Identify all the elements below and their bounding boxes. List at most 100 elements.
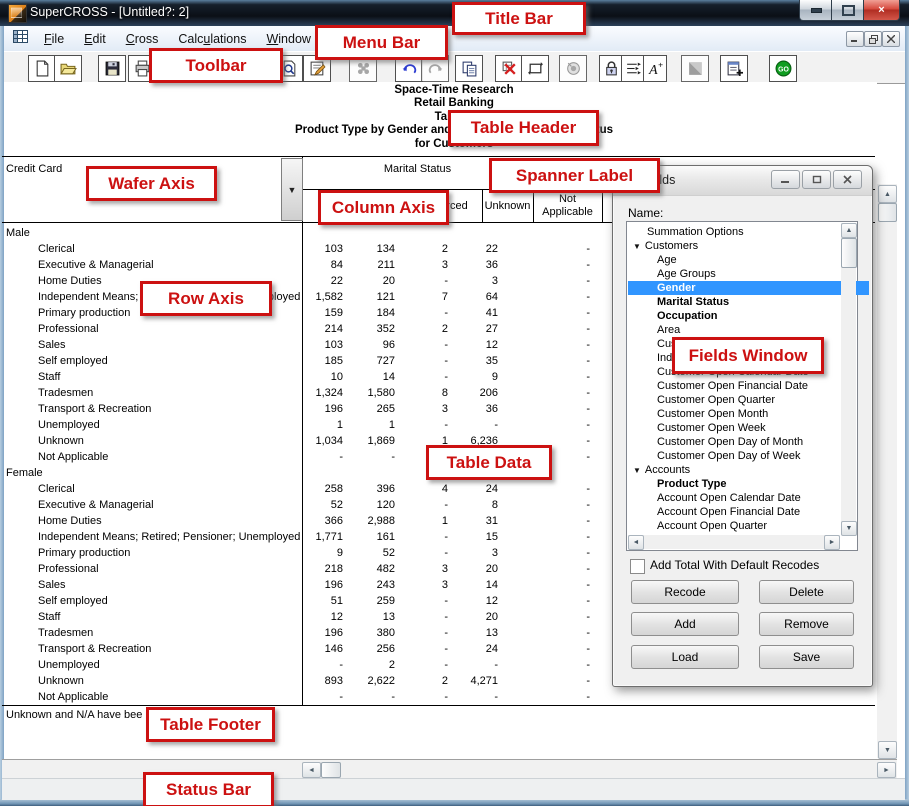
data-cell[interactable]: - xyxy=(397,531,448,543)
data-cell[interactable]: - xyxy=(397,419,448,431)
data-cell[interactable]: - xyxy=(500,307,590,319)
row-label[interactable]: Self employed xyxy=(38,355,108,367)
scroll-up-icon[interactable]: ▲ xyxy=(878,185,897,203)
data-cell[interactable]: 20 xyxy=(345,275,395,287)
save-button[interactable]: Save xyxy=(759,645,854,669)
data-cell[interactable]: 1,582 xyxy=(302,291,343,303)
fields-list-item[interactable]: Age xyxy=(657,253,677,267)
data-cell[interactable]: 727 xyxy=(345,355,395,367)
load-button[interactable]: Load xyxy=(631,645,739,669)
data-cell[interactable]: 1,771 xyxy=(302,531,343,543)
data-cell[interactable]: - xyxy=(500,371,590,383)
minimize-button-icon[interactable] xyxy=(799,0,833,21)
scroll-left-icon[interactable]: ◄ xyxy=(302,762,321,778)
data-cell[interactable]: 1,869 xyxy=(345,435,395,447)
data-cell[interactable]: 184 xyxy=(345,307,395,319)
fields-vscroll-thumb[interactable] xyxy=(841,238,857,268)
data-cell[interactable]: 103 xyxy=(302,339,343,351)
row-label[interactable]: Clerical xyxy=(38,483,75,495)
data-cell[interactable]: 196 xyxy=(302,579,343,591)
data-cell[interactable]: - xyxy=(397,339,448,351)
data-cell[interactable]: - xyxy=(450,691,498,703)
mdi-restore-button[interactable] xyxy=(864,31,882,47)
fields-list-item[interactable]: Account Open Financial Date xyxy=(657,505,800,519)
data-cell[interactable]: - xyxy=(397,307,448,319)
data-cell[interactable]: 1,324 xyxy=(302,387,343,399)
fields-list-item[interactable]: Customer Open Financial Date xyxy=(657,379,808,393)
data-cell[interactable]: - xyxy=(397,355,448,367)
data-cell[interactable]: 52 xyxy=(302,499,343,511)
row-label[interactable]: Unknown xyxy=(38,435,84,447)
data-cell[interactable]: 2,622 xyxy=(345,675,395,687)
data-cell[interactable]: - xyxy=(450,659,498,671)
data-cell[interactable]: 9 xyxy=(302,547,343,559)
data-cell[interactable]: - xyxy=(500,579,590,591)
toolbar-rotate-table-button-icon[interactable] xyxy=(521,55,549,82)
menu-item-window[interactable]: Window xyxy=(258,29,318,49)
data-cell[interactable]: - xyxy=(500,323,590,335)
toolbar-derivation-button-icon[interactable] xyxy=(559,55,587,82)
horizontal-scroll-thumb[interactable] xyxy=(321,762,341,778)
data-cell[interactable]: 20 xyxy=(450,563,498,575)
row-label[interactable]: Tradesmen xyxy=(38,387,93,399)
data-cell[interactable]: 352 xyxy=(345,323,395,335)
row-label[interactable]: Home Duties xyxy=(38,275,102,287)
wafer-axis-label[interactable]: Credit Card xyxy=(6,163,62,175)
row-group-label[interactable]: Male xyxy=(6,227,30,239)
data-cell[interactable]: 893 xyxy=(302,675,343,687)
data-cell[interactable]: 22 xyxy=(302,275,343,287)
fields-list-hscrollbar[interactable]: ◄ ► xyxy=(628,535,840,549)
toolbar-shading-button-icon[interactable] xyxy=(681,55,709,82)
maximize-button-icon[interactable] xyxy=(831,0,865,21)
data-cell[interactable]: - xyxy=(500,547,590,559)
data-cell[interactable]: 380 xyxy=(345,627,395,639)
tree-expanded-icon[interactable]: ▼ xyxy=(633,242,641,251)
data-cell[interactable]: - xyxy=(500,563,590,575)
data-cell[interactable]: 14 xyxy=(345,371,395,383)
remove-button[interactable]: Remove xyxy=(759,612,854,636)
data-cell[interactable]: 2 xyxy=(345,659,395,671)
fields-list-item[interactable]: Summation Options xyxy=(647,225,744,239)
data-cell[interactable]: 366 xyxy=(302,515,343,527)
data-cell[interactable]: - xyxy=(500,659,590,671)
fields-list-item[interactable]: Customer Open Week xyxy=(657,421,766,435)
horizontal-scrollbar[interactable]: ◄ ► xyxy=(2,759,897,778)
row-label[interactable]: Home Duties xyxy=(38,515,102,527)
data-cell[interactable]: 206 xyxy=(450,387,498,399)
row-label[interactable]: Independent Means; Retired; Pensioner; U… xyxy=(38,531,300,543)
data-cell[interactable]: 218 xyxy=(302,563,343,575)
row-label[interactable]: Executive & Managerial xyxy=(38,259,154,271)
toolbar-field-options-button-icon[interactable] xyxy=(621,55,645,82)
fields-list-item[interactable]: Customer Open Day of Week xyxy=(657,449,800,463)
data-cell[interactable]: 10 xyxy=(302,371,343,383)
data-cell[interactable]: - xyxy=(500,243,590,255)
mdi-close-button[interactable] xyxy=(882,31,900,47)
row-label[interactable]: Sales xyxy=(38,579,66,591)
data-cell[interactable]: 41 xyxy=(450,307,498,319)
fields-list-item[interactable]: Account Open Calendar Date xyxy=(657,491,801,505)
menu-item-cross[interactable]: Cross xyxy=(118,29,167,49)
data-cell[interactable]: - xyxy=(500,611,590,623)
vertical-scrollbar[interactable]: ▲ ▼ xyxy=(877,184,897,758)
table-row[interactable]: Not Applicable----- xyxy=(0,689,877,705)
row-label[interactable]: Self employed xyxy=(38,595,108,607)
toolbar-new-button-icon[interactable] xyxy=(28,55,56,82)
fields-list-item[interactable]: Product Type xyxy=(657,477,726,491)
data-cell[interactable]: 51 xyxy=(302,595,343,607)
data-cell[interactable]: 20 xyxy=(450,611,498,623)
data-cell[interactable]: 13 xyxy=(450,627,498,639)
data-cell[interactable]: 22 xyxy=(450,243,498,255)
data-cell[interactable]: - xyxy=(500,627,590,639)
data-cell[interactable]: - xyxy=(397,691,448,703)
row-label[interactable]: Not Applicable xyxy=(38,451,108,463)
data-cell[interactable]: - xyxy=(500,339,590,351)
data-cell[interactable]: 14 xyxy=(450,579,498,591)
toolbar-save-button-icon[interactable] xyxy=(98,55,126,82)
toolbar-open-button-icon[interactable] xyxy=(54,55,82,82)
data-cell[interactable]: 13 xyxy=(345,611,395,623)
row-label[interactable]: Primary production xyxy=(38,307,130,319)
row-label[interactable]: Transport & Recreation xyxy=(38,643,151,655)
row-label[interactable]: Sales xyxy=(38,339,66,351)
data-cell[interactable]: 482 xyxy=(345,563,395,575)
data-cell[interactable]: 259 xyxy=(345,595,395,607)
